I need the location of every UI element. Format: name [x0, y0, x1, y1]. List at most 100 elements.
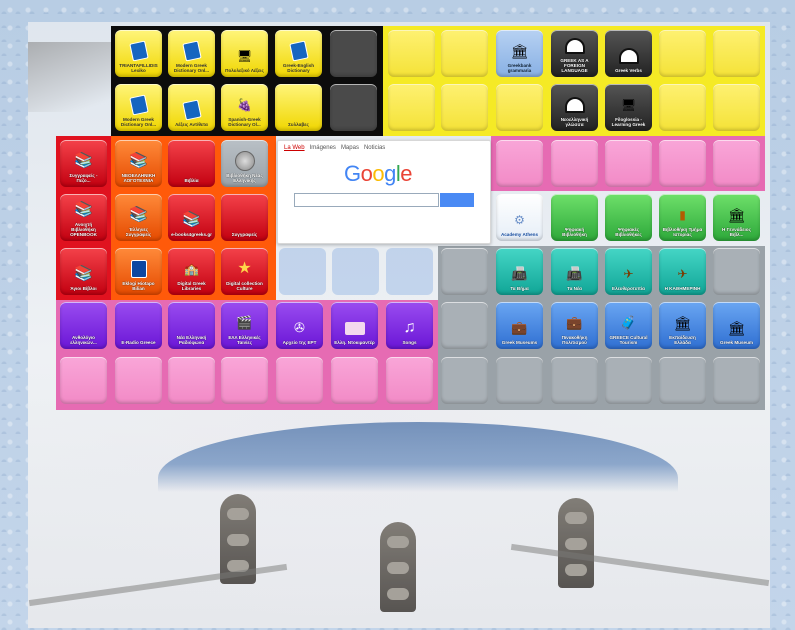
- empty-tile[interactable]: [713, 140, 760, 187]
- plane-icon: ✈: [677, 267, 688, 281]
- empty-tile[interactable]: [330, 84, 377, 131]
- empty-tile[interactable]: [276, 357, 323, 404]
- tile-neoelliniki-logotechnia[interactable]: 📚 ΝΕΟΕΛΛΗΝΙΚΗ ΛΟΓΟΤΕΧΝΙΑ: [115, 140, 162, 187]
- empty-tile[interactable]: [221, 357, 268, 404]
- empty-tile[interactable]: [496, 84, 543, 131]
- tile-eleftherotypia[interactable]: ✈ Ελευθεροτυπία: [605, 248, 652, 295]
- tile-nea-elliniki-radiofona[interactable]: Νέα Ελληνική Ραδιόφωνα: [168, 302, 215, 349]
- google-search-button[interactable]: [440, 193, 474, 207]
- tile-eklogi[interactable]: Eklogi Hiotapo Bilian: [115, 248, 162, 295]
- tile-academy-athens[interactable]: ⚙ Academy Athens: [496, 194, 543, 241]
- tile-filoglossia[interactable]: 🖥 Filoglossia - Learning Greek: [605, 84, 652, 131]
- tile-ebooks4greeks[interactable]: 📚 e-books4greeks.gr: [168, 194, 215, 241]
- tile-polylexiko[interactable]: 🖥 Πολυλεξικό Λέξεις: [221, 30, 268, 77]
- book-icon: [181, 99, 202, 121]
- tile-documentaries[interactable]: Ελλη. Ντοκιμαντέρ: [331, 302, 378, 349]
- tile-modern-greek-dictionary[interactable]: Modern Greek Dictionary Onl...: [168, 30, 215, 77]
- tile-eradio-greece[interactable]: E-Radio Greece: [115, 302, 162, 349]
- tile-anthologio[interactable]: Ανθολόγιο ελληνικών...: [60, 302, 107, 349]
- tile-label: Βιβλιοθήκη Τμήμα Ιστορίας: [662, 227, 703, 237]
- tile-psifiaki-vivliothiki[interactable]: Ψηφιακή Βιβλιοθήκη: [551, 194, 598, 241]
- tile-greece-cultural-tourism[interactable]: 🧳 GREECE Cultural Tourism: [605, 302, 652, 349]
- tile-songs[interactable]: ♫ Songs: [386, 302, 433, 349]
- tile-greek-verbs[interactable]: Greek Verbs: [605, 30, 652, 77]
- empty-tile[interactable]: [496, 357, 543, 404]
- tile-greekbank-grammaria[interactable]: 🏛 Greekbank grammaria: [496, 30, 543, 77]
- tile-syllaves[interactable]: Συλλαβες: [275, 84, 322, 131]
- empty-tile[interactable]: [386, 357, 433, 404]
- tile-agioi-vivloi[interactable]: 📚 Άγιοι Βίβλοι: [60, 248, 107, 295]
- library-icon: 🏫: [184, 262, 199, 276]
- empty-tile[interactable]: [713, 30, 760, 77]
- empty-tile[interactable]: [388, 30, 435, 77]
- tile-greek-foreign-language[interactable]: GREEK AS A FOREIGN LANGUAGE: [551, 30, 598, 77]
- empty-tile[interactable]: [330, 30, 377, 77]
- tile-triantafillidis[interactable]: TRIANTAFILLIDIS Lexiko: [115, 30, 162, 77]
- tile-digital-greek-libraries[interactable]: 🏫 Digital Greek Libraries: [168, 248, 215, 295]
- tile-archeio-ert[interactable]: ✇ Αρχείο της ΕΡΤ: [276, 302, 323, 349]
- empty-tile[interactable]: [551, 140, 598, 187]
- empty-tile[interactable]: [388, 84, 435, 131]
- tile-greek-museum[interactable]: 🏛 Greek Museum: [713, 302, 760, 349]
- empty-tile[interactable]: [441, 84, 488, 131]
- plane-icon: ✈: [623, 267, 634, 281]
- tile-modern-greek-dictionary-2[interactable]: Modern Greek Dictionary Onl...: [115, 84, 162, 131]
- tile-vivliothiki-neas-ellinikis[interactable]: Βιβλιοθήκη Νέας Ελληνικής: [221, 140, 268, 187]
- book-icon: [129, 260, 149, 278]
- empty-tile[interactable]: [496, 140, 543, 187]
- clapperboard-icon: 🎬: [236, 315, 253, 330]
- empty-tile[interactable]: [279, 248, 326, 295]
- tile-vivliothiki-istorias[interactable]: ▮ Βιβλιοθήκη Τμήμα Ιστορίας: [659, 194, 706, 241]
- tile-lexeis-antitheta[interactable]: Λέξεις Αντίθετα: [168, 84, 215, 131]
- tile-label: Greekbank grammaria: [507, 63, 532, 73]
- empty-tile[interactable]: [713, 248, 760, 295]
- empty-tile[interactable]: [115, 357, 162, 404]
- empty-tile[interactable]: [605, 357, 652, 404]
- empty-tile[interactable]: [659, 84, 706, 131]
- tile-vivlia[interactable]: Βιβλία: [168, 140, 215, 187]
- empty-tile[interactable]: [441, 30, 488, 77]
- empty-tile[interactable]: [659, 357, 706, 404]
- tile-psifiakes-vivliothikes[interactable]: Ψηφιακές Βιβλιοθήκες: [605, 194, 652, 241]
- tile-ta-nea[interactable]: 📠 Τα Νέα: [551, 248, 598, 295]
- empty-tile[interactable]: [441, 302, 488, 349]
- tile-label: Τα Βήμα: [510, 286, 529, 291]
- empty-tile[interactable]: [331, 357, 378, 404]
- google-search-input[interactable]: [294, 193, 439, 207]
- tile-syggrafeis[interactable]: Συγγραφείς: [221, 194, 268, 241]
- tile-gennadeios[interactable]: 🏛 Η Γεννάδειος Βιβλ...: [713, 194, 760, 241]
- tile-neoelliniki-glossa[interactable]: Νεοελληνική γλώσσα: [551, 84, 598, 131]
- tile-greek-museums[interactable]: 💼 Greek Museums: [496, 302, 543, 349]
- empty-tile[interactable]: [659, 140, 706, 187]
- empty-tile[interactable]: [659, 30, 706, 77]
- empty-tile[interactable]: [605, 140, 652, 187]
- star-icon: ★: [237, 260, 252, 277]
- tile-ellinikes-tainies[interactable]: 🎬 ΕΛΛ Ελληνικές Ταινίες: [221, 302, 268, 349]
- tile-spanish-greek-dictionary[interactable]: 🍇 Spanish-Greek Dictionary Ol...: [221, 84, 268, 131]
- empty-tile[interactable]: [386, 248, 433, 295]
- empty-tile[interactable]: [441, 357, 488, 404]
- empty-tile[interactable]: [713, 357, 760, 404]
- empty-tile[interactable]: [60, 357, 107, 404]
- empty-tile[interactable]: [168, 357, 215, 404]
- tile-ekpaidefsi-ellada[interactable]: 🏛 Εκπαίδευση Ελλάδα: [659, 302, 706, 349]
- empty-tile[interactable]: [332, 248, 379, 295]
- google-tab-web[interactable]: La Web: [284, 145, 305, 151]
- tile-pinakothiki[interactable]: 💼 Πινακοθήκη Πολιτισμού: [551, 302, 598, 349]
- tile-kathimerini[interactable]: ✈ Η ΚΑΘΗΜΕΡΙΝΗ: [659, 248, 706, 295]
- empty-tile[interactable]: [441, 248, 488, 295]
- tile-digital-collection[interactable]: ★ Digital collection Culture: [221, 248, 268, 295]
- tile-syggrafeis-pezo[interactable]: 📚 Συγγραφείς - Πεζο...: [60, 140, 107, 187]
- books-icon: 📚: [129, 152, 148, 169]
- tile-ellines-syggrafeis[interactable]: 📚 Έλληνες Συγγραφείς: [115, 194, 162, 241]
- tile-to-vima[interactable]: 📠 Τα Βήμα: [496, 248, 543, 295]
- empty-tile[interactable]: [551, 357, 598, 404]
- tile-label: TRIANTAFILLIDIS Lexiko: [119, 63, 158, 73]
- tile-openbook[interactable]: 📚 Ανοιχτή Βιβλιοθήκη OPENBOOK: [60, 194, 107, 241]
- google-tab-images[interactable]: Imágenes: [310, 145, 336, 151]
- google-tab-maps[interactable]: Mapas: [341, 145, 359, 151]
- tile-greek-english-dictionary[interactable]: Greek-English Dictionary: [275, 30, 322, 77]
- empty-tile[interactable]: [713, 84, 760, 131]
- music-note-icon: ♫: [403, 319, 416, 336]
- google-tab-news[interactable]: Noticias: [364, 145, 385, 151]
